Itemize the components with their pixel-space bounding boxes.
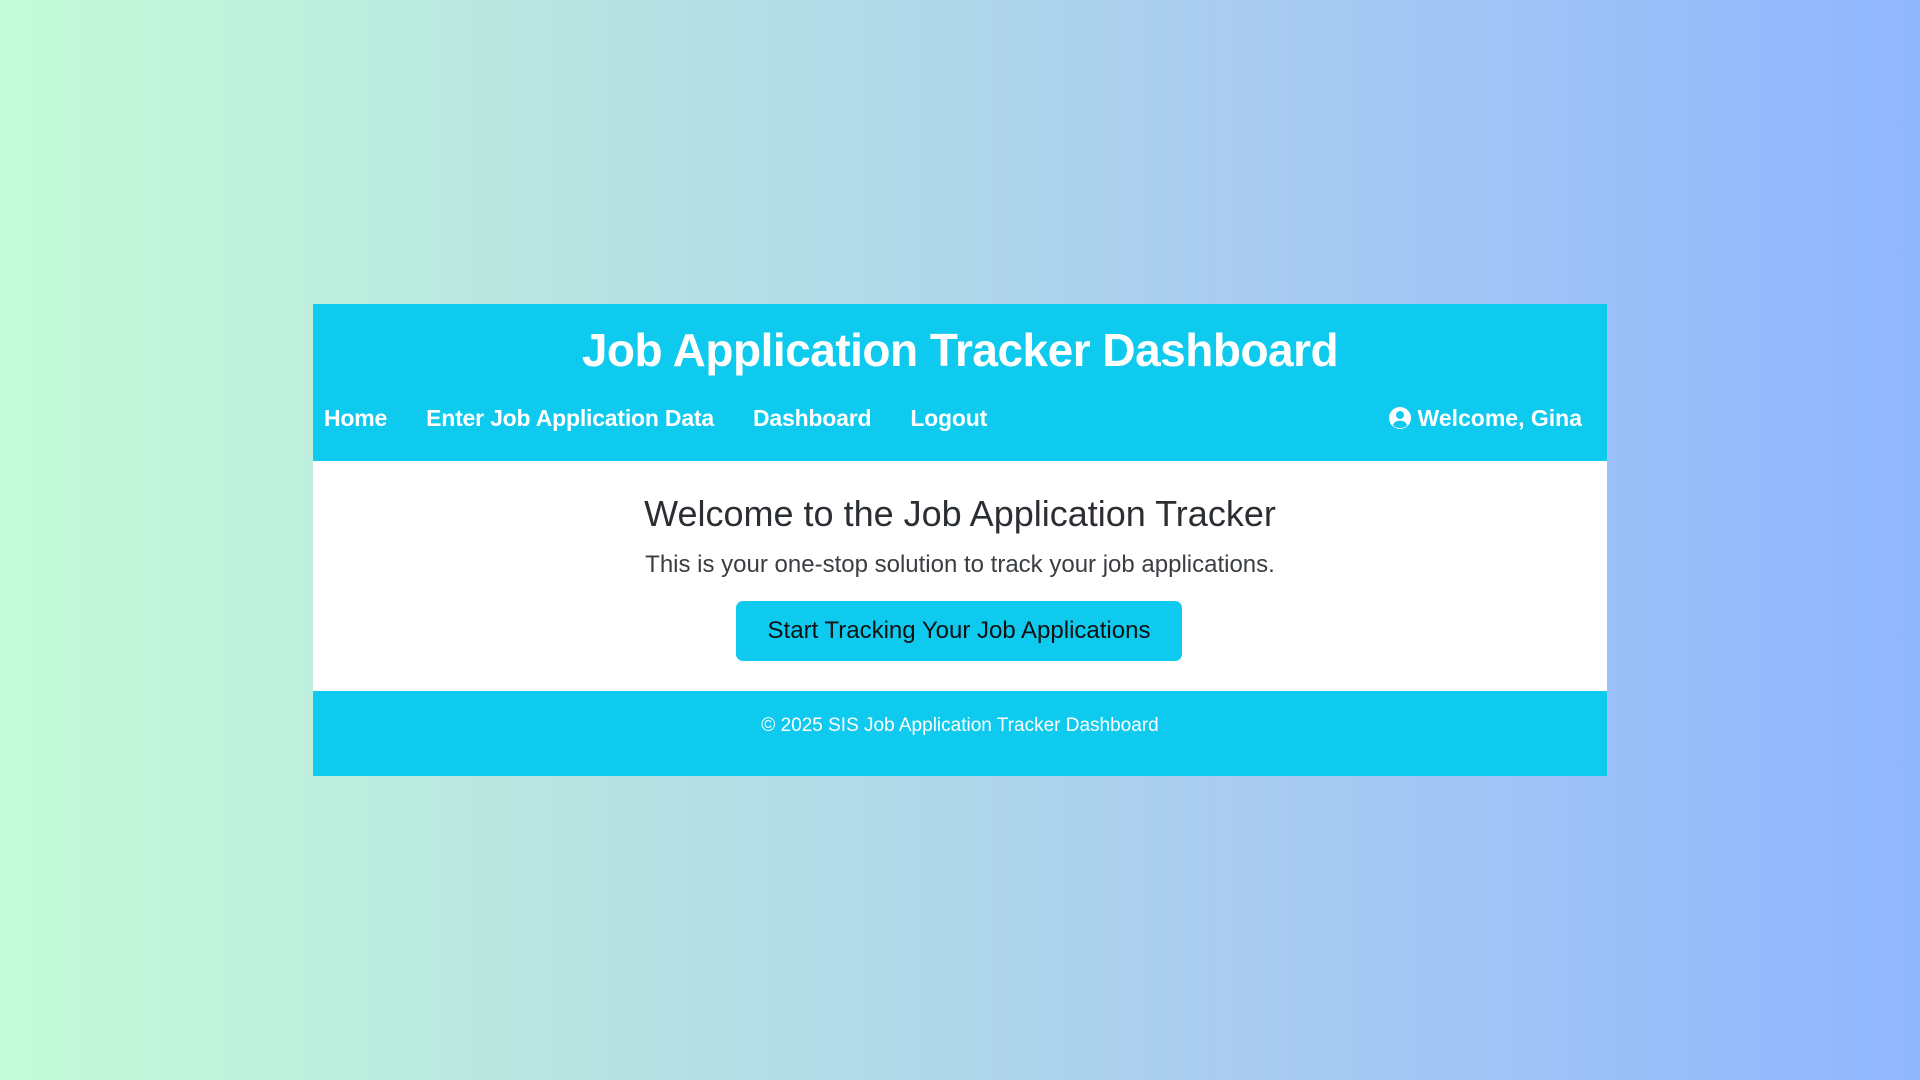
nav-link-home[interactable]: Home	[324, 405, 387, 432]
header: Job Application Tracker Dashboard Home E…	[313, 304, 1607, 461]
start-tracking-button[interactable]: Start Tracking Your Job Applications	[736, 601, 1182, 661]
footer: © 2025 SIS Job Application Tracker Dashb…	[313, 691, 1607, 776]
navbar: Home Enter Job Application Data Dashboar…	[324, 398, 1582, 438]
welcome-text: Welcome, Gina	[1417, 404, 1582, 431]
welcome-subtitle: This is your one-stop solution to track …	[645, 551, 1275, 578]
footer-copyright: © 2025 SIS Job Application Tracker Dashb…	[761, 715, 1159, 736]
app-card: Job Application Tracker Dashboard Home E…	[313, 304, 1607, 776]
nav-link-dashboard[interactable]: Dashboard	[753, 405, 872, 432]
welcome-heading: Welcome to the Job Application Tracker	[644, 493, 1276, 534]
user-circle-icon	[1388, 407, 1411, 429]
main-content: Welcome to the Job Application Tracker T…	[313, 461, 1607, 691]
nav-link-logout[interactable]: Logout	[910, 405, 987, 432]
page-title: Job Application Tracker Dashboard	[581, 324, 1339, 376]
nav-link-enter-job-application-data[interactable]: Enter Job Application Data	[426, 405, 714, 432]
user-welcome[interactable]: Welcome, Gina	[1388, 405, 1582, 432]
